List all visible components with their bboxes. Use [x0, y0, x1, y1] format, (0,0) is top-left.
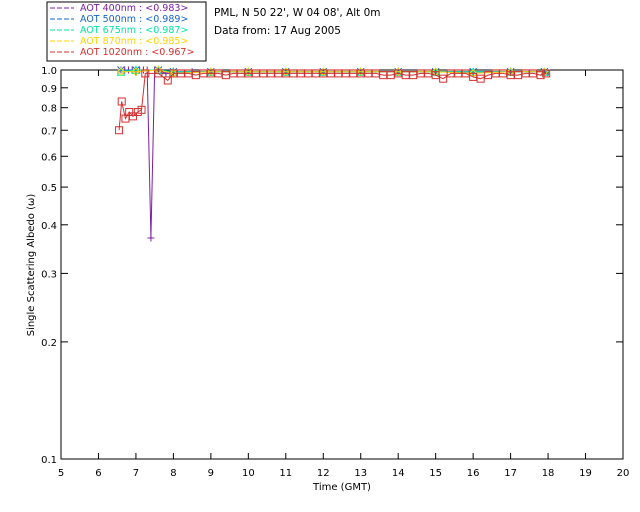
series-line	[120, 69, 545, 238]
series-5	[115, 69, 551, 135]
y-tick-label: 0.8	[41, 104, 57, 115]
legend-entry: AOT 500nm : <0.989>	[80, 14, 188, 25]
date-info-text: Data from: 17 Aug 2005	[214, 25, 341, 37]
x-tick-label: 18	[542, 468, 555, 479]
x-tick-label: 19	[579, 468, 592, 479]
legend-entry: AOT 1020nm : <0.967>	[80, 47, 194, 58]
site-info-text: PML, N 50 22', W 04 08', Alt 0m	[214, 7, 381, 19]
albedo-chart: AOT 400nm : <0.983>AOT 500nm : <0.989>AO…	[26, 1, 630, 493]
series-1	[117, 66, 548, 242]
x-tick-label: 14	[392, 468, 405, 479]
x-tick-label: 5	[58, 468, 64, 479]
x-tick-label: 13	[354, 468, 367, 479]
y-tick-label: 0.6	[41, 152, 57, 163]
y-tick-label: 0.1	[41, 455, 57, 466]
y-tick-label: 0.9	[41, 84, 57, 95]
y-tick-label: 0.3	[41, 269, 57, 280]
x-tick-label: 6	[95, 468, 101, 479]
y-tick-label: 0.5	[41, 183, 57, 194]
x-tick-label: 15	[429, 468, 442, 479]
x-tick-label: 11	[279, 468, 292, 479]
data-point	[147, 234, 155, 242]
legend-entry: AOT 400nm : <0.983>	[80, 3, 188, 14]
y-axis: 0.1 0.2 0.3 0.4 0.5 0.6 0.7 0.8 0.9 1.0	[41, 66, 623, 466]
x-tick-label: 8	[170, 468, 176, 479]
x-tick-label: 20	[617, 468, 630, 479]
legend-entry: AOT 870nm : <0.985>	[80, 36, 188, 47]
legend: AOT 400nm : <0.983>AOT 500nm : <0.989>AO…	[46, 1, 207, 62]
x-tick-label: 17	[504, 468, 517, 479]
x-tick-label: 9	[208, 468, 214, 479]
y-axis-label: Single Scattering Albedo (ω)	[26, 194, 37, 337]
y-tick-label: 0.2	[41, 338, 57, 349]
x-tick-label: 12	[317, 468, 330, 479]
x-tick-label: 7	[133, 468, 139, 479]
y-tick-label: 1.0	[41, 66, 57, 77]
legend-entry: AOT 675nm : <0.987>	[80, 25, 188, 36]
y-tick-label: 0.7	[41, 126, 57, 137]
y-tick-label: 0.4	[41, 221, 57, 232]
x-tick-label: 10	[242, 468, 255, 479]
plot-area	[60, 69, 624, 460]
x-axis: 5 6 7 8 9 10 11 12 13 14 15 16 17 18 19 20	[58, 70, 630, 479]
x-axis-label: Time (GMT)	[312, 482, 371, 493]
series-layer	[115, 65, 551, 242]
x-tick-label: 16	[467, 468, 480, 479]
